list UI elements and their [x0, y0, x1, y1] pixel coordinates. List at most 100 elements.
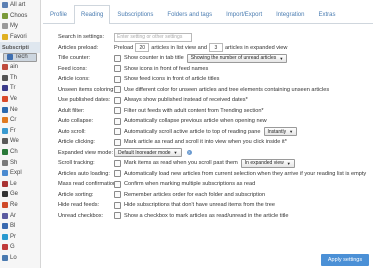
- apply-settings-button[interactable]: Apply settings: [321, 254, 369, 266]
- chevron-down-icon: ▼: [286, 160, 291, 166]
- select-value: Showing the number of unread articles: [190, 55, 277, 62]
- setting-text: Use different color for unseen articles …: [124, 86, 330, 93]
- preload-list-count-input[interactable]: 20: [135, 43, 150, 53]
- setting-row-article-clicking: Article clicking: Mark article as read a…: [58, 137, 368, 148]
- setting-row-auto-scroll: Auto scroll: Automatically scroll active…: [58, 127, 368, 138]
- sidebar-item-label: Re: [10, 201, 18, 208]
- setting-row-expanded-view-mode: Expanded view mode: Default Inoreader mo…: [58, 148, 368, 159]
- sidebar-item[interactable]: Lo: [0, 253, 40, 264]
- sidebar-item[interactable]: Pr: [0, 231, 40, 242]
- sidebar-item[interactable]: Choos: [0, 11, 40, 22]
- sidebar-item[interactable]: ain: [0, 62, 40, 73]
- title-counter-checkbox[interactable]: [114, 54, 121, 62]
- sidebar-item[interactable]: Tech: [3, 52, 37, 62]
- setting-row-unread-checkbox: Unread checkbox: Show a checkbox to mark…: [58, 211, 368, 222]
- setting-text: Confirm when marking multiple subscripti…: [124, 181, 256, 188]
- tab-profile[interactable]: Profile: [43, 5, 74, 23]
- scroll-tracking-select[interactable]: In expanded view ▼: [240, 158, 295, 168]
- auto-collapse-checkbox[interactable]: [114, 117, 121, 125]
- sidebar-item[interactable]: Ve: [0, 94, 40, 105]
- auto-scroll-select[interactable]: Instantly ▼: [263, 127, 298, 137]
- auto-scroll-checkbox[interactable]: [114, 128, 121, 136]
- tab-reading[interactable]: Reading: [74, 5, 111, 24]
- tab-bar: Profile Reading Subscriptions Folders an…: [43, 4, 373, 24]
- tab-extras[interactable]: Extras: [311, 5, 342, 23]
- sidebar-item[interactable]: G: [0, 242, 40, 253]
- feed-icons-checkbox[interactable]: [114, 65, 121, 73]
- chevron-down-icon: ▼: [279, 55, 284, 61]
- sidebar-item[interactable]: Cr: [0, 115, 40, 126]
- sidebar-item[interactable]: Le: [0, 179, 40, 190]
- sidebar-item[interactable]: All art: [0, 0, 40, 11]
- setting-text: Filter out feeds with adult content from…: [124, 107, 264, 114]
- sidebar-item[interactable]: Favori: [0, 32, 40, 43]
- article-clicking-checkbox[interactable]: [114, 138, 121, 146]
- sidebar-item-label: Ve: [10, 96, 18, 103]
- setting-text: Hide subscriptions that don't have unrea…: [124, 202, 275, 209]
- article-sorting-checkbox[interactable]: [114, 191, 121, 199]
- sidebar-item[interactable]: Bl: [0, 221, 40, 232]
- sidebar-section-header[interactable]: Subscripti: [0, 42, 40, 53]
- sidebar-item[interactable]: Ne: [0, 104, 40, 115]
- sidebar-item-label: Ge: [10, 191, 19, 198]
- title-counter-select[interactable]: Showing the number of unread articles ▼: [186, 53, 288, 63]
- mass-read-checkbox[interactable]: [114, 180, 121, 188]
- feed-icon: [2, 106, 8, 113]
- setting-text: Show counter in tab title: [124, 55, 184, 62]
- feed-icon: [2, 212, 8, 219]
- sidebar-item[interactable]: Th: [0, 73, 40, 84]
- setting-row-preload: Articles preload: Preload 20 articles in…: [58, 43, 368, 54]
- setting-row-auto-loading: Articles auto loading: Automatically loa…: [58, 169, 368, 180]
- search-settings-input[interactable]: Enter setting or other settings: [114, 32, 192, 42]
- feed-icon: [2, 191, 8, 198]
- unseen-coloring-checkbox[interactable]: [114, 86, 121, 94]
- chevron-down-icon: ▼: [173, 150, 178, 156]
- feed-icon: [2, 138, 8, 145]
- sidebar-item[interactable]: Expl: [0, 168, 40, 179]
- tab-integration[interactable]: Integration: [269, 5, 311, 23]
- sidebar-item-label: Ch: [10, 149, 18, 156]
- sidebar-item-label: Fr: [10, 127, 16, 134]
- sidebar-item[interactable]: My: [0, 21, 40, 32]
- sidebar-item-label: ain: [10, 64, 19, 71]
- setting-label: Adult filter:: [58, 107, 85, 114]
- sidebar-item-label: Th: [10, 74, 18, 81]
- setting-text: Mark article as read and scroll it into …: [124, 139, 287, 146]
- feed-icon: [2, 127, 8, 134]
- sidebar-item-label: We: [10, 138, 19, 145]
- preload-expanded-count-input[interactable]: 3: [208, 43, 223, 53]
- article-icons-checkbox[interactable]: [114, 75, 121, 83]
- help-icon[interactable]: ?: [186, 150, 192, 156]
- adult-filter-checkbox[interactable]: [114, 107, 121, 115]
- setting-row-title-counter: Title counter: Show counter in tab title…: [58, 53, 368, 64]
- sidebar-item[interactable]: Sh: [0, 157, 40, 168]
- sidebar-item-label: Bl: [10, 223, 16, 230]
- tab-subscriptions[interactable]: Subscriptions: [110, 5, 160, 23]
- setting-label: Auto scroll:: [58, 128, 86, 135]
- sidebar: All art Choos My Favori Subscripti Tech ain Th T…: [0, 0, 41, 268]
- sidebar-item[interactable]: Fr: [0, 126, 40, 137]
- setting-row-auto-collapse: Auto collapse: Automatically collapse pr…: [58, 116, 368, 127]
- setting-text: Mark items as read when you scroll past …: [124, 160, 238, 167]
- sidebar-item[interactable]: Tr: [0, 83, 40, 94]
- sidebar-item[interactable]: Re: [0, 200, 40, 211]
- sidebar-item-label: Le: [10, 180, 17, 187]
- sidebar-item-label: Ar: [10, 212, 16, 219]
- feed-icon: [2, 2, 8, 9]
- unread-checkbox-checkbox[interactable]: [114, 212, 121, 220]
- sidebar-item[interactable]: We: [0, 136, 40, 147]
- expanded-view-mode-select[interactable]: Default Inoreader mode ▼: [114, 148, 182, 158]
- sidebar-item[interactable]: Ar: [0, 210, 40, 221]
- scroll-tracking-checkbox[interactable]: [114, 159, 121, 167]
- select-value: Default Inoreader mode: [118, 149, 171, 156]
- tab-import-export[interactable]: Import/Export: [219, 5, 269, 23]
- setting-text: Remember articles order for each folder …: [124, 191, 266, 198]
- auto-loading-checkbox[interactable]: [114, 170, 121, 178]
- hide-read-feeds-checkbox[interactable]: [114, 201, 121, 209]
- sidebar-item[interactable]: Ge: [0, 189, 40, 200]
- preload-text: Preload: [114, 44, 134, 51]
- sidebar-item[interactable]: Ch: [0, 147, 40, 158]
- tab-folders-and-tags[interactable]: Folders and tags: [160, 5, 219, 23]
- published-dates-checkbox[interactable]: [114, 96, 121, 104]
- setting-text: Show icons in front of feed names: [124, 65, 209, 72]
